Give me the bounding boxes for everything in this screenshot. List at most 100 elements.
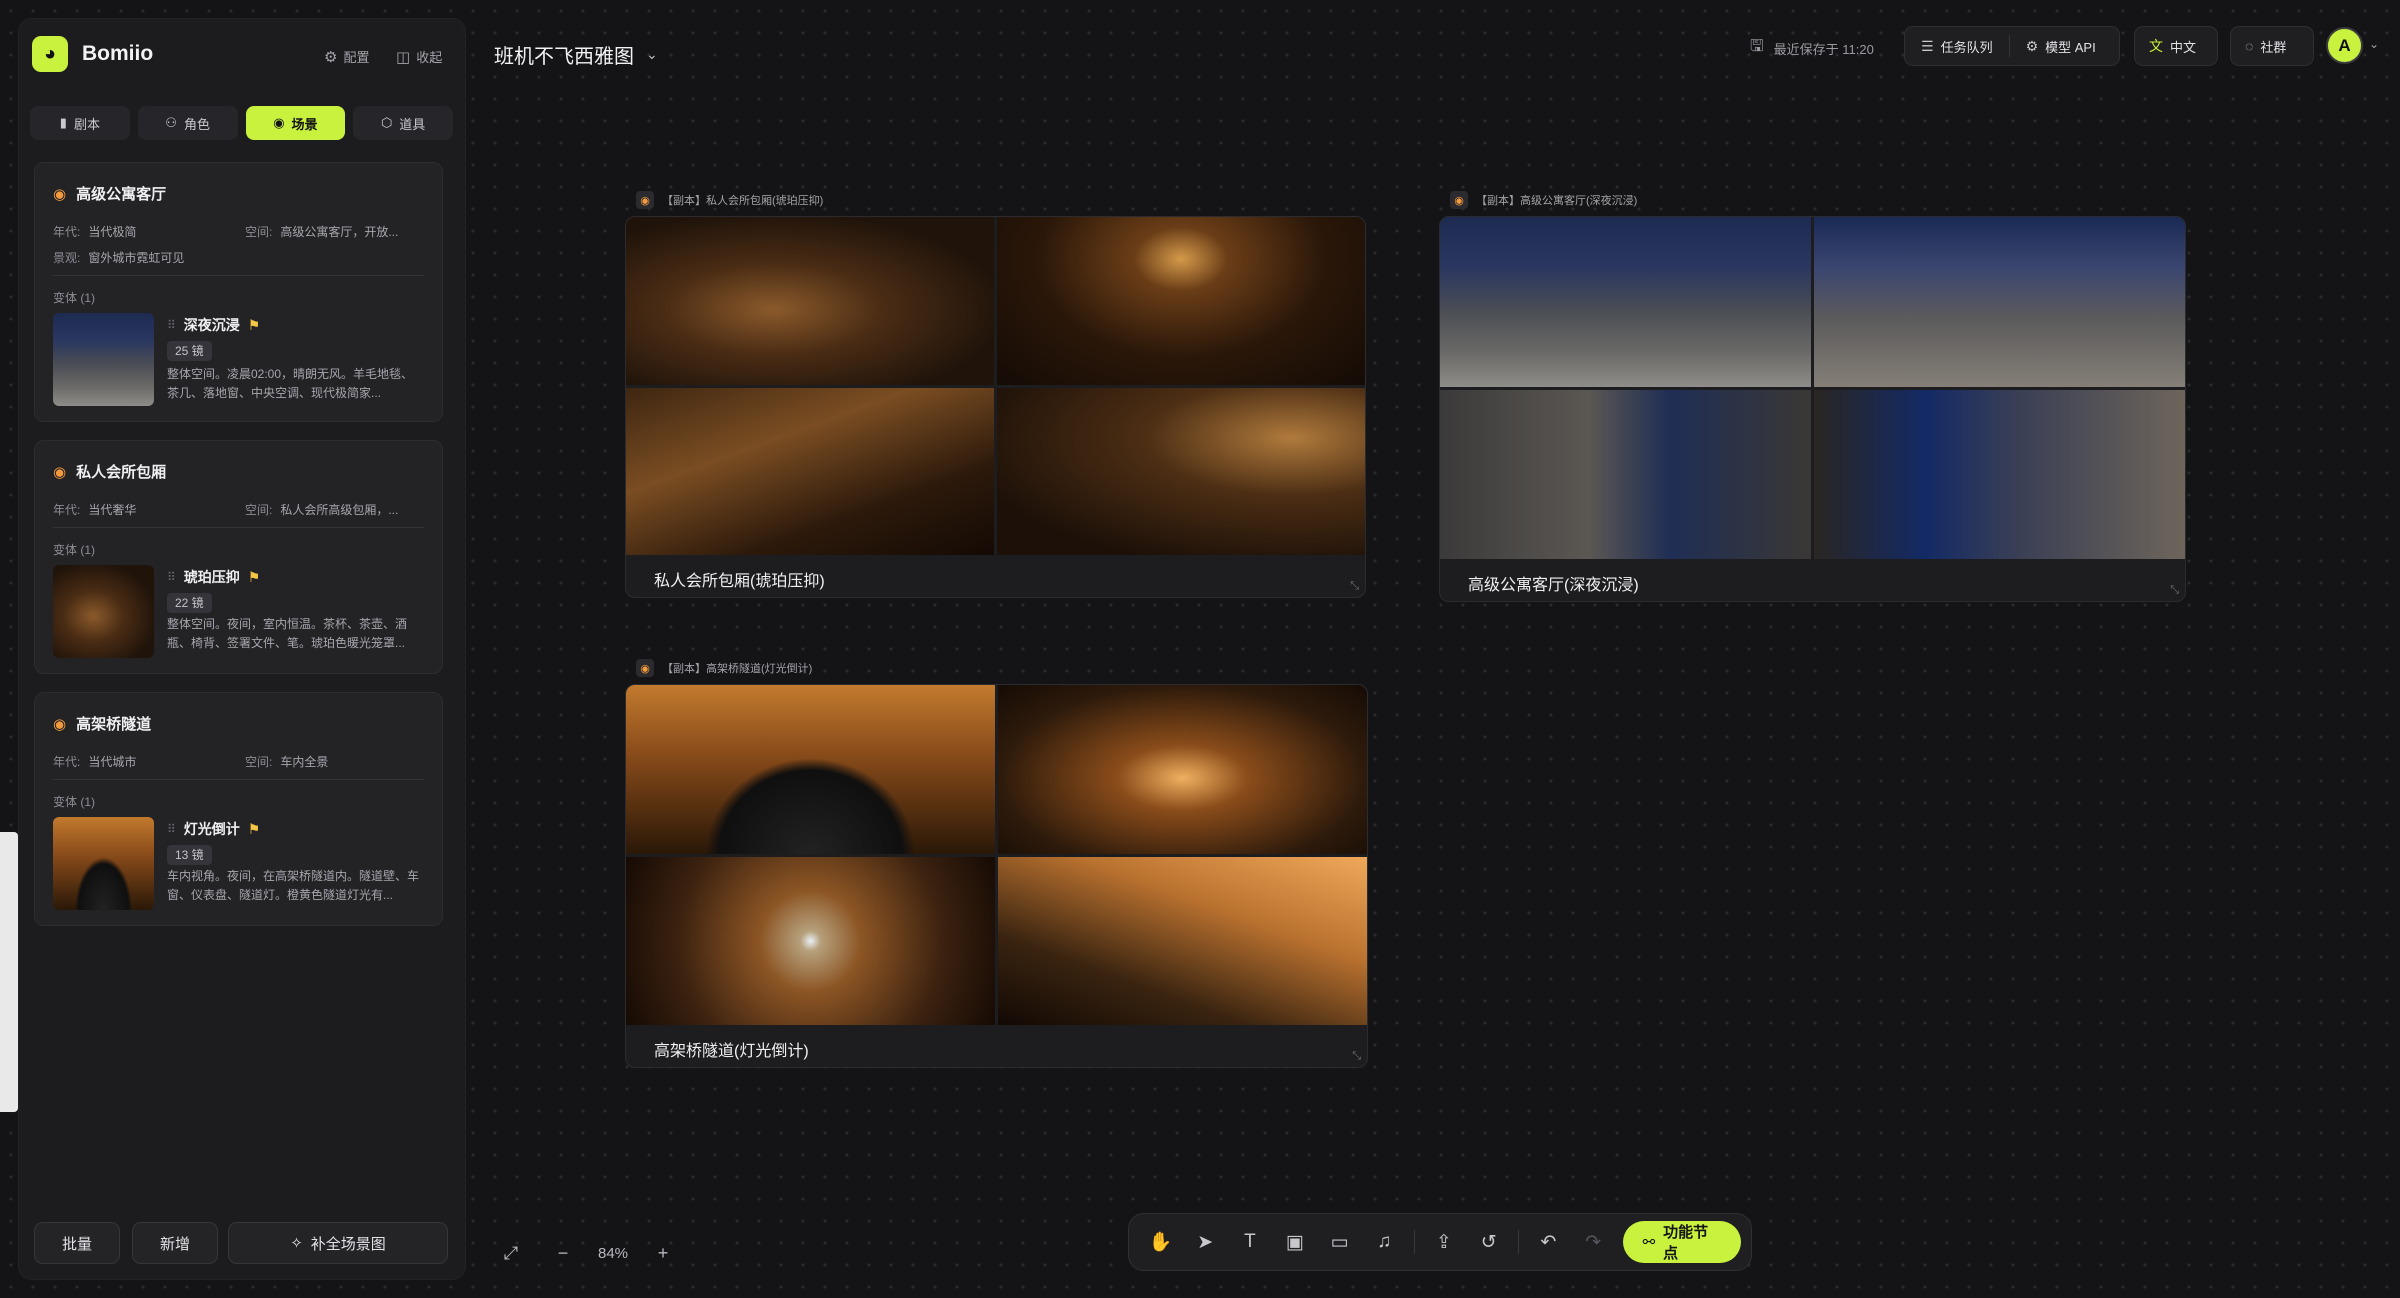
drag-handle-icon[interactable]: ⠿	[167, 570, 176, 584]
resize-handle-icon[interactable]: ⤡	[2170, 584, 2179, 597]
fill-scene-images-button[interactable]: ✧ 补全场景图	[228, 1222, 448, 1264]
scene-card-club[interactable]: ◉ 私人会所包厢 年代: 当代奢华 空间: 私人会所高级包厢，... 变体 (1) …	[34, 440, 443, 674]
pointer-icon[interactable]: ➤	[1184, 1222, 1227, 1262]
variant-name-text: 深夜沉浸	[183, 317, 240, 333]
model-api-button[interactable]: ⚙ 模型 API	[2010, 27, 2112, 65]
node-label[interactable]: ◉ 【副本】高级公寓客厅(深夜沉浸)	[1450, 191, 1637, 209]
node-caption: 高级公寓客厅(深夜沉浸)	[1468, 577, 1639, 594]
scene-image[interactable]	[626, 685, 995, 854]
variant-name-text: 灯光倒计	[183, 821, 240, 837]
settings-label: 配置	[343, 50, 370, 65]
divider	[53, 527, 424, 528]
zoom-in-button[interactable]: +	[646, 1236, 680, 1270]
hand-icon[interactable]: ✋	[1139, 1222, 1182, 1262]
resize-handle-icon[interactable]: ⤡	[1350, 580, 1359, 593]
history-icon[interactable]: ↺	[1467, 1222, 1510, 1262]
space-label: 空间:	[245, 225, 273, 239]
scene-image[interactable]	[1814, 217, 2185, 387]
drag-handle-icon[interactable]: ⠿	[167, 822, 176, 836]
scene-node-tunnel[interactable]: 高架桥隧道(灯光倒计) ⤡	[625, 684, 1368, 1068]
scene-node-club[interactable]: 私人会所包厢(琥珀压抑) ⤡	[625, 216, 1366, 598]
add-button[interactable]: 新增	[132, 1222, 218, 1264]
divider	[1518, 1230, 1520, 1254]
space-meta: 空间: 高级公寓客厅，开放...	[245, 223, 398, 240]
tab-characters[interactable]: ⚇ 角色	[137, 106, 238, 140]
gear-icon: ⚙	[2025, 37, 2039, 54]
scene-card-tunnel[interactable]: ◉ 高架桥隧道 年代: 当代城市 空间: 车内全景 变体 (1) ⠿ 灯光倒计 ⚑ …	[34, 692, 443, 926]
scene-image[interactable]	[1814, 389, 2185, 559]
tab-props-label: 道具	[399, 116, 426, 132]
scene-image[interactable]	[626, 387, 994, 555]
card-title-text: 私人会所包厢	[76, 464, 167, 481]
variant-name[interactable]: ⠿ 琥珀压抑 ⚑	[167, 567, 260, 587]
tab-script-label: 剧本	[73, 116, 100, 132]
divider	[1413, 1230, 1415, 1254]
era-value: 当代极简	[88, 225, 137, 239]
task-queue-button[interactable]: ☰ 任务队列	[1905, 27, 2009, 65]
language-button[interactable]: 文 中文	[2134, 26, 2218, 66]
brand[interactable]: ◕ Bomiio	[32, 36, 153, 72]
project-title-dropdown[interactable]: 班机不飞西雅图 ⌄	[494, 40, 658, 69]
chevron-down-icon[interactable]: ⌄	[2369, 37, 2379, 51]
music-icon[interactable]: ♫	[1363, 1222, 1406, 1262]
zoom-controls: ⤢ − 84% +	[494, 1233, 680, 1273]
tab-scenes[interactable]: ◉ 场景	[245, 106, 346, 140]
variant-thumbnail[interactable]	[53, 565, 154, 658]
undo-icon[interactable]: ↶	[1527, 1222, 1570, 1262]
view-value: 窗外城市霓虹可见	[88, 251, 185, 265]
upload-icon[interactable]: ⇪	[1423, 1222, 1466, 1262]
task-queue-label: 任务队列	[1940, 39, 1993, 55]
video-icon[interactable]: ▭	[1318, 1222, 1361, 1262]
zoom-level: 84%	[598, 1244, 629, 1262]
drag-handle-icon[interactable]: ⠿	[167, 318, 176, 332]
resize-handle-icon[interactable]: ⤡	[1352, 1050, 1361, 1063]
space-meta: 空间: 私人会所高级包厢，...	[245, 501, 398, 518]
tab-props[interactable]: ⬡ 道具	[353, 106, 453, 140]
image-grid	[626, 685, 1367, 1025]
card-title-text: 高级公寓客厅	[76, 186, 167, 203]
collapse-button[interactable]: ◫ 收起	[396, 47, 442, 66]
community-label: 社群	[2260, 39, 2287, 55]
scene-image[interactable]	[626, 856, 995, 1025]
list-icon: ☰	[1921, 37, 1934, 54]
image-icon[interactable]: ▣	[1273, 1222, 1316, 1262]
scene-card-apartment[interactable]: ◉ 高级公寓客厅 年代: 当代极简 空间: 高级公寓客厅，开放... 景观: 窗外城市…	[34, 162, 443, 422]
variant-name[interactable]: ⠿ 灯光倒计 ⚑	[167, 819, 260, 839]
fill-scene-label: 补全场景图	[310, 1235, 386, 1253]
variants-label: 变体 (1)	[53, 291, 96, 305]
function-node-button[interactable]: ⚯ 功能节点	[1622, 1221, 1741, 1263]
tab-script[interactable]: ▮ 剧本	[30, 106, 130, 140]
card-title: ◉ 高级公寓客厅	[53, 183, 166, 204]
fit-screen-icon[interactable]: ⤢	[494, 1236, 528, 1270]
space-value: 车内全景	[280, 755, 329, 769]
image-grid	[1440, 217, 2185, 559]
batch-button[interactable]: 批量	[34, 1222, 120, 1264]
scene-image[interactable]	[998, 685, 1367, 854]
text-icon[interactable]: T	[1229, 1222, 1272, 1262]
scene-image[interactable]	[997, 217, 1365, 385]
community-button[interactable]: ◌ 社群	[2230, 26, 2314, 66]
card-title: ◉ 私人会所包厢	[53, 461, 166, 482]
scene-node-apartment[interactable]: 高级公寓客厅(深夜沉浸) ⤡	[1439, 216, 2186, 602]
variant-description: 整体空间。夜间，室内恒温。茶杯、茶壶、酒瓶、椅背、签署文件、笔。琥珀色暖光笼罩.…	[167, 617, 408, 650]
save-status-text: 最近保存于 11:20	[1773, 42, 1874, 57]
era-value: 当代奢华	[88, 503, 137, 517]
avatar[interactable]: A	[2326, 27, 2363, 64]
scene-image[interactable]	[998, 856, 1367, 1025]
variant-thumbnail[interactable]	[53, 817, 154, 910]
language-item: 文 中文	[2135, 27, 2210, 65]
variant-thumbnail[interactable]	[53, 313, 154, 406]
variant-name[interactable]: ⠿ 深夜沉浸 ⚑	[167, 315, 260, 335]
scene-image[interactable]	[1440, 389, 1811, 559]
shots-badge: 13 镜	[167, 845, 212, 865]
scene-image[interactable]	[997, 387, 1365, 555]
node-label[interactable]: ◉ 【副本】私人会所包厢(琥珀压抑)	[636, 191, 823, 209]
redo-icon[interactable]: ↷	[1572, 1222, 1615, 1262]
scene-image[interactable]	[1440, 217, 1811, 387]
settings-button[interactable]: ⚙ 配置	[324, 47, 369, 66]
box-icon: ⬡	[380, 115, 393, 130]
project-title: 班机不飞西雅图	[494, 46, 634, 68]
node-label[interactable]: ◉ 【副本】高架桥隧道(灯光倒计)	[636, 659, 812, 677]
zoom-out-button[interactable]: −	[546, 1236, 580, 1270]
scene-image[interactable]	[626, 217, 994, 385]
